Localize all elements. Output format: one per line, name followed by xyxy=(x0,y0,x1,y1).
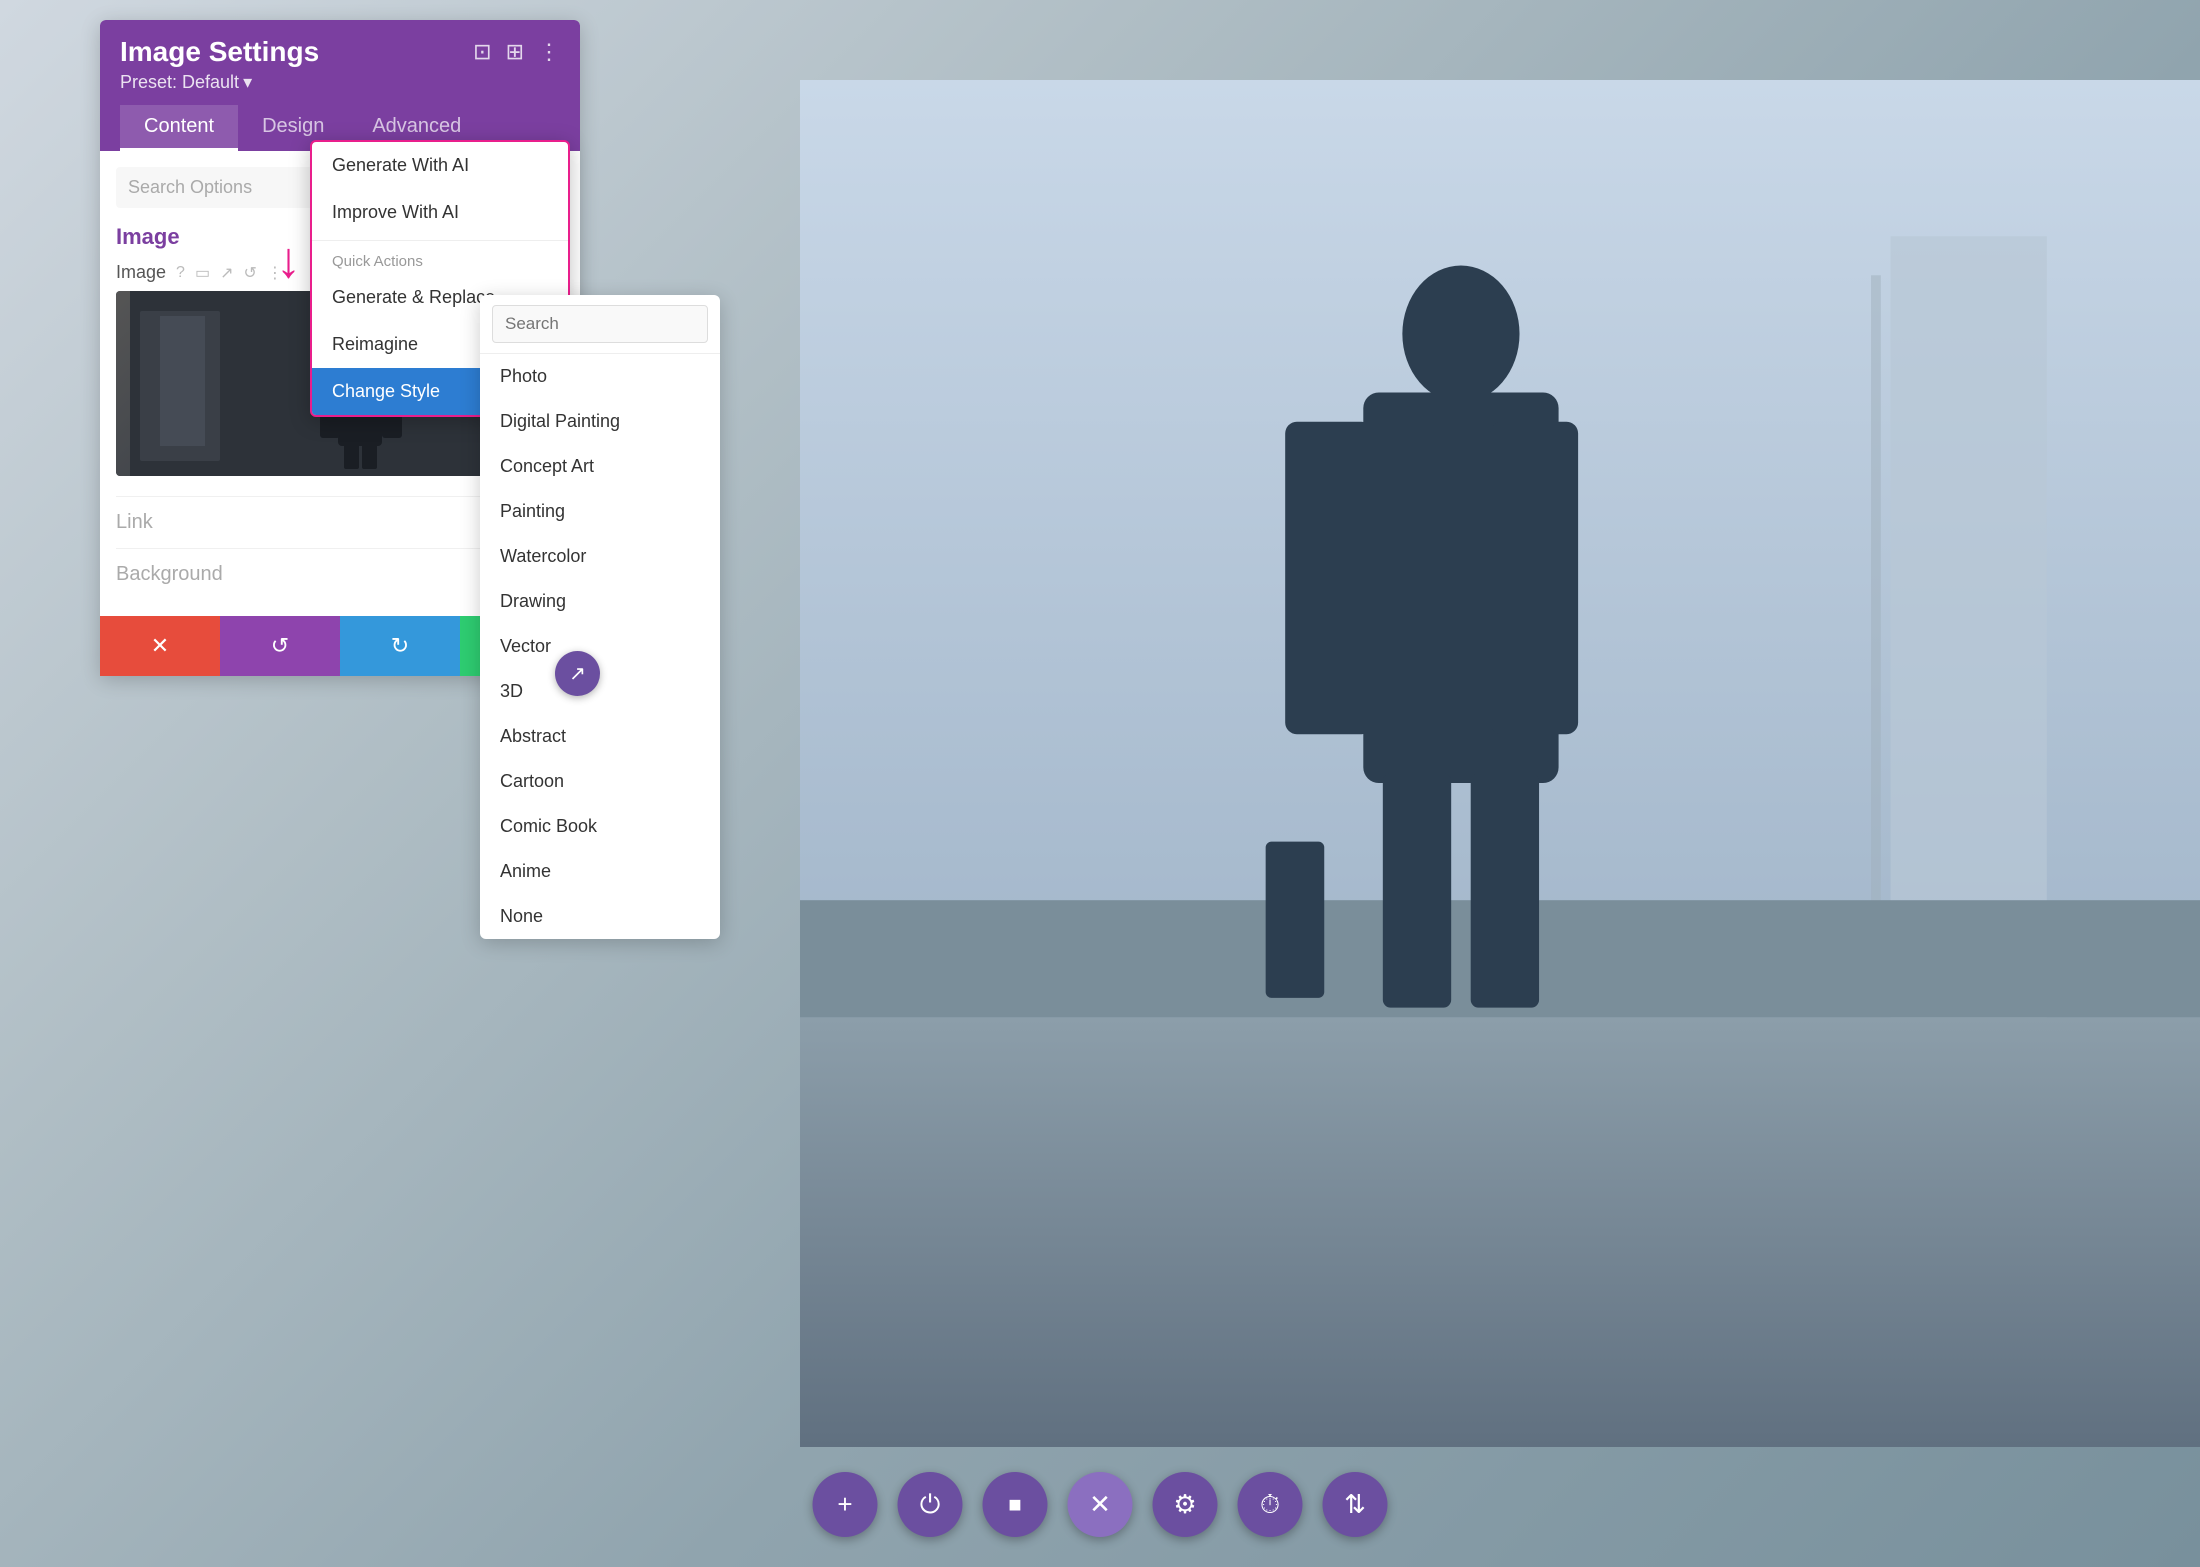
style-abstract[interactable]: Abstract xyxy=(480,714,720,759)
search-options-text: Search Options xyxy=(128,177,252,198)
image-section-title: Image xyxy=(116,224,180,250)
preset-label: Preset: Default xyxy=(120,72,239,93)
power-icon: ⏻ xyxy=(920,1489,941,1521)
stop-button[interactable]: ⏹ xyxy=(983,1472,1048,1537)
close-toolbar-button[interactable]: ✕ xyxy=(1068,1472,1133,1537)
mobile-icon[interactable]: ▭ xyxy=(195,263,210,283)
link-label: Link xyxy=(116,511,153,534)
tab-content[interactable]: Content xyxy=(120,105,238,151)
panel-header-icons: ⊡ ⊞ ⋮ xyxy=(473,39,560,65)
add-icon: + xyxy=(837,1489,852,1520)
style-photo[interactable]: Photo xyxy=(480,354,720,399)
background-label: Background xyxy=(116,563,223,586)
style-comic-book[interactable]: Comic Book xyxy=(480,804,720,849)
style-none[interactable]: None xyxy=(480,894,720,939)
settings-icon: ⚙ xyxy=(1173,1489,1196,1520)
grid-icon[interactable]: ⊞ xyxy=(506,39,524,65)
sort-button[interactable]: ⇅ xyxy=(1323,1472,1388,1537)
drag-handle[interactable]: ↗ xyxy=(555,651,600,696)
menu-divider xyxy=(312,240,568,241)
quick-actions-label: Quick Actions xyxy=(312,245,568,274)
help-icon[interactable]: ? xyxy=(176,264,185,282)
responsive-icon[interactable]: ⊡ xyxy=(473,39,491,65)
preset-chevron[interactable]: ▾ xyxy=(243,72,252,93)
style-submenu: Photo Digital Painting Concept Art Paint… xyxy=(480,295,720,939)
panel-title: Image Settings xyxy=(120,36,319,68)
style-concept-art[interactable]: Concept Art xyxy=(480,444,720,489)
power-button[interactable]: ⏻ xyxy=(898,1472,963,1537)
close-icon: ✕ xyxy=(1089,1489,1111,1520)
panel-header: Image Settings ⊡ ⊞ ⋮ Preset: Default ▾ C… xyxy=(100,20,580,151)
panel-header-top: Image Settings ⊡ ⊞ ⋮ xyxy=(120,36,560,68)
stop-icon: ⏹ xyxy=(1008,1489,1021,1521)
style-painting[interactable]: Painting xyxy=(480,489,720,534)
style-list: Photo Digital Painting Concept Art Paint… xyxy=(480,354,720,939)
redo-button[interactable]: ↻ xyxy=(340,616,460,676)
style-cartoon[interactable]: Cartoon xyxy=(480,759,720,804)
improve-with-ai-item[interactable]: Improve With AI xyxy=(312,189,568,236)
style-search-input[interactable] xyxy=(492,305,708,343)
cancel-button[interactable]: ✕ xyxy=(100,616,220,676)
preset-row: Preset: Default ▾ xyxy=(120,72,560,93)
settings-button[interactable]: ⚙ xyxy=(1153,1472,1218,1537)
cursor-icon[interactable]: ↗ xyxy=(220,263,233,283)
undo-button[interactable]: ↺ xyxy=(220,616,340,676)
more-options-icon[interactable]: ⋮ xyxy=(538,39,560,65)
undo-small-icon[interactable]: ↺ xyxy=(243,263,256,283)
pink-arrow: ↓ xyxy=(276,231,301,289)
generate-with-ai-item[interactable]: Generate With AI xyxy=(312,142,568,189)
style-vector[interactable]: Vector xyxy=(480,624,720,669)
style-digital-painting[interactable]: Digital Painting xyxy=(480,399,720,444)
timer-icon: ⏱ xyxy=(1260,1489,1280,1521)
photo-content xyxy=(800,80,2200,1447)
add-button[interactable]: + xyxy=(813,1472,878,1537)
style-anime[interactable]: Anime xyxy=(480,849,720,894)
style-watercolor[interactable]: Watercolor xyxy=(480,534,720,579)
style-3d[interactable]: 3D xyxy=(480,669,720,714)
image-label: Image xyxy=(116,262,166,283)
style-drawing[interactable]: Drawing xyxy=(480,579,720,624)
bottom-toolbar: + ⏻ ⏹ ✕ ⚙ ⏱ ⇅ xyxy=(813,1472,1388,1537)
sort-icon: ⇅ xyxy=(1344,1489,1366,1520)
style-search-container xyxy=(480,295,720,354)
timer-button[interactable]: ⏱ xyxy=(1238,1472,1303,1537)
